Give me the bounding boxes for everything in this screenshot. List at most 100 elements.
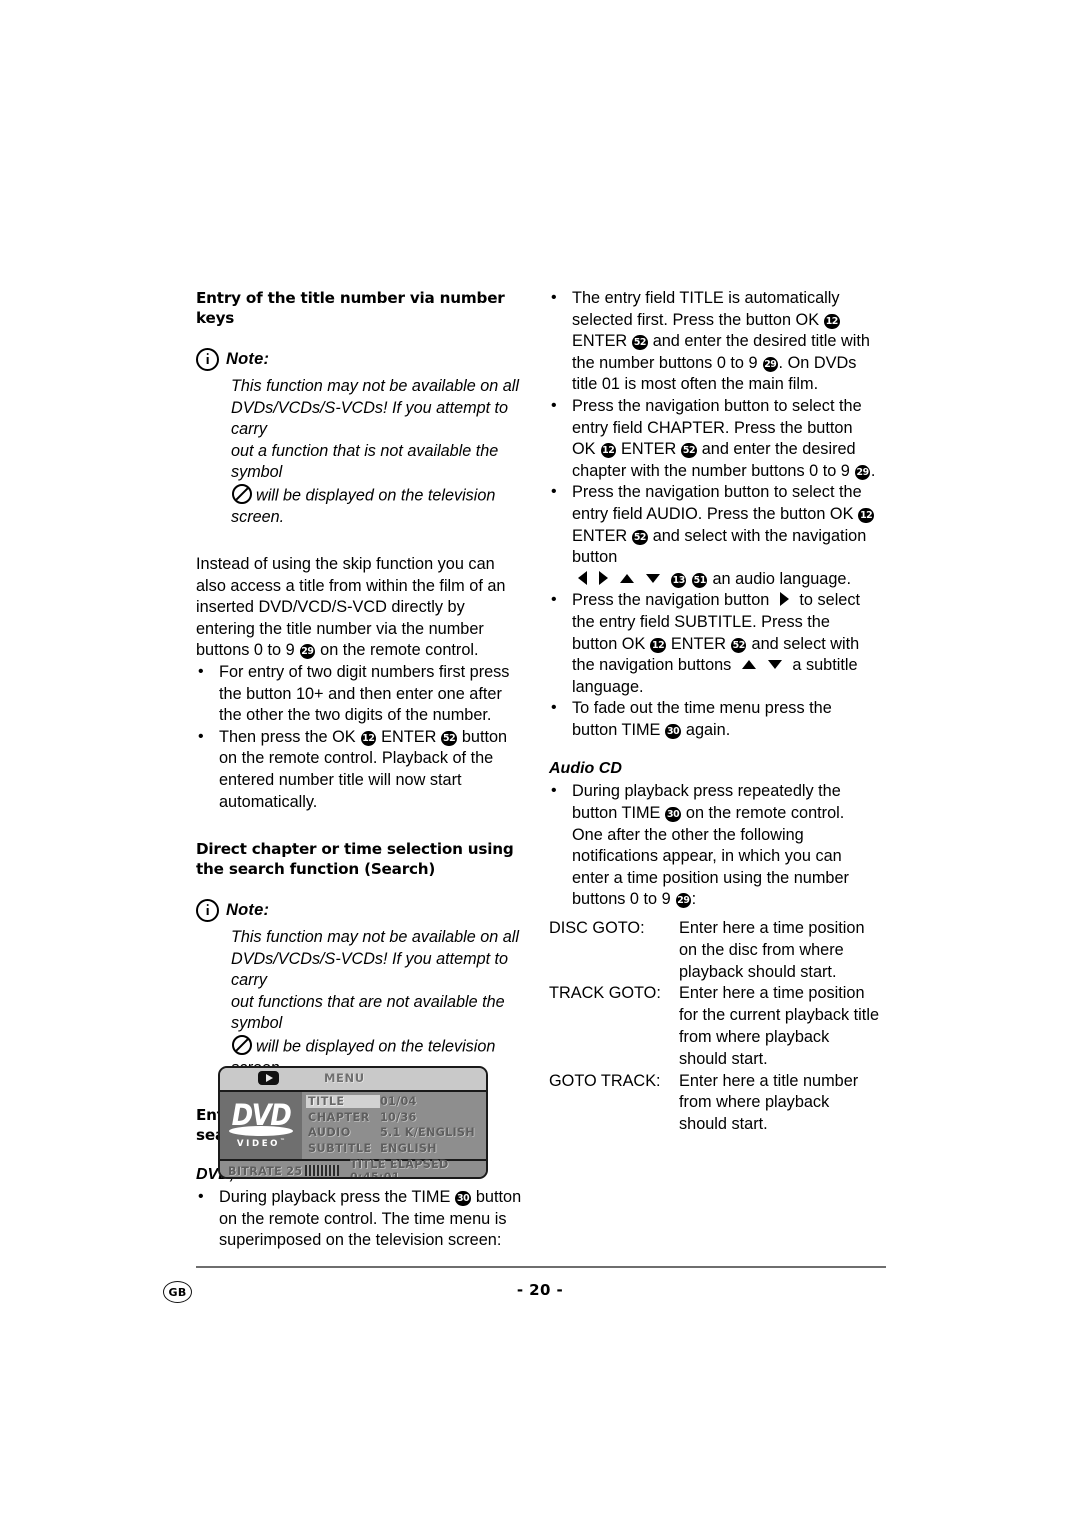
note-line: out functions that are not available the… [231,992,505,1033]
ref-number-12: 12 [824,313,840,329]
ref-number-52: 52 [731,637,747,653]
ref-number-52: 52 [681,443,697,459]
bullet-text: ENTER [381,727,437,746]
list-item: For entry of two digit numbers first pre… [196,661,526,727]
arrow-right-icon [599,570,608,585]
list-item: The entry field TITLE is automatically s… [549,287,879,396]
note-header-2: Note: [196,899,526,923]
ref-number-52: 52 [632,335,648,351]
osd-field-value: 10/36 [380,1110,417,1124]
info-icon [196,899,219,923]
page-number: - 20 - [516,1281,564,1299]
osd-row-audio[interactable]: AUDIO 5.1 K/ENGLISH [306,1125,486,1141]
paragraph-title-access: Instead of using the skip function you c… [196,554,526,662]
osd-field-key: SUBTITLE [308,1141,372,1155]
osd-field-key: CHAPTER [308,1110,370,1124]
list-item: Then press the OK 12 ENTER 52 button on … [196,726,526,813]
bullet-text: Press the navigation button [572,591,770,610]
arrow-down-icon [646,573,660,583]
right-column: The entry field TITLE is automatically s… [549,287,879,1136]
ref-number-29: 29 [299,644,316,660]
bullet-text: For entry of two digit numbers first pre… [219,662,510,725]
definition-row-goto-track: GOTO TRACK: Enter here a title number fr… [549,1071,879,1136]
no-entry-icon [232,483,252,504]
definition-term: GOTO TRACK: [549,1071,661,1090]
arrow-up-icon [741,660,756,670]
note-line: DVDs/VCDs/S-VCDs! If you attempt to carr… [231,949,509,990]
ref-number-12: 12 [360,730,377,746]
bullet-text: ENTER [572,526,628,545]
note-body-2: This function may not be available on al… [231,927,526,1079]
note-line: This function may not be available on al… [231,377,519,395]
definition-description: Enter here a time position for the curre… [679,984,879,1068]
arrow-down-icon [767,660,782,670]
osd-status-bar: BITRATE 25 TITLE ELAPSED 0:45:01 [220,1158,486,1179]
bitrate-bars-icon [305,1164,340,1176]
osd-field-value: ENGLISH [380,1141,437,1155]
osd-field-key: TITLE [306,1095,380,1109]
section-heading-title-number: Entry of the title number via number key… [196,289,505,327]
osd-bitrate: BITRATE 25 [228,1164,340,1177]
bullet-text: Press the navigation button to select th… [572,483,862,523]
ref-number-12: 12 [858,507,874,523]
goto-definition-list: DISC GOTO: Enter here a time position on… [549,918,879,1136]
osd-field-value: 5.1 K/ENGLISH [380,1126,475,1140]
dvd-logo-word: DVD [231,1098,292,1133]
bullet-list-right-top: The entry field TITLE is automatically s… [549,287,879,741]
ref-number-12: 12 [600,443,616,459]
osd-row-subtitle[interactable]: SUBTITLE ENGLISH [306,1141,486,1157]
osd-field-list: TITLE 01/04 CHAPTER 10/36 AUDIO 5.1 K/EN… [302,1092,486,1159]
ref-number-52: 52 [441,730,457,746]
note-line: out a function that is not available the… [231,441,499,482]
osd-field-value: 01/04 [380,1095,417,1109]
ref-number-30: 30 [665,723,681,739]
list-item: Press the navigation button to select th… [549,481,879,590]
note-line: This function may not be available on al… [231,928,519,947]
bullet-text: an audio language. [712,569,851,588]
subheading-audio-cd: Audio CD [549,760,622,778]
info-icon [196,348,219,371]
note-body-1: This function may not be available on al… [231,376,526,528]
note-line: DVDs/VCDs/S-VCDs! If you attempt to carr… [231,398,509,439]
ref-number-30: 30 [455,1191,471,1207]
ref-number-51: 51 [692,572,708,588]
list-item: Press the navigation button to select th… [549,395,879,482]
osd-body: DVD VIDEO™ TITLE 01/04 CHAPTER 10/36 AUD… [220,1092,486,1161]
note-label: Note: [226,900,270,919]
ref-number-30: 30 [665,807,681,823]
bullet-text: ENTER [572,332,628,351]
ref-number-52: 52 [632,529,648,545]
definition-description: Enter here a time position on the disc f… [679,919,865,981]
list-item: Press the navigation button to select th… [549,589,879,698]
bullet-text: : [691,890,697,909]
ref-number-12: 12 [650,637,666,653]
definition-term: DISC GOTO: [549,919,645,938]
dvd-logo-sub: VIDEO™ [236,1137,286,1149]
definition-row-track-goto: TRACK GOTO: Enter here a time position f… [549,983,879,1070]
ref-number-13: 13 [671,572,687,588]
arrow-up-icon [620,573,634,583]
bullet-list-dvd: During playback press the TIME 30 button… [196,1186,526,1252]
note-label: Note: [226,349,270,368]
osd-title-elapsed: TITLE ELAPSED 0:45:01 [350,1158,449,1179]
paragraph-text-tail: on the remote control. [320,641,479,660]
play-icon [258,1071,279,1085]
bullet-text: Then press the OK [219,727,356,746]
bullet-text: . [870,461,876,480]
arrow-right-icon [779,592,789,607]
bullet-list-audio-cd: During playback press repeatedly the but… [549,780,879,911]
dvd-video-logo: DVD VIDEO™ [220,1092,302,1159]
bullet-text: ENTER [621,440,677,459]
definition-term: TRACK GOTO: [549,984,661,1003]
osd-menu-title: MENU [324,1071,365,1085]
osd-row-chapter[interactable]: CHAPTER 10/36 [306,1110,486,1126]
bullet-text: again. [685,720,731,739]
list-item: During playback press the TIME 30 button… [196,1186,526,1252]
ref-number-29: 29 [675,893,692,909]
bullet-text: The entry field TITLE is automatically s… [572,289,840,329]
osd-field-key: AUDIO [308,1126,351,1140]
definition-row-disc-goto: DISC GOTO: Enter here a time position on… [549,918,879,983]
bullet-text: During playback press the TIME [219,1188,451,1207]
osd-title-bar: MENU [220,1068,486,1092]
osd-row-title[interactable]: TITLE 01/04 [306,1094,486,1110]
